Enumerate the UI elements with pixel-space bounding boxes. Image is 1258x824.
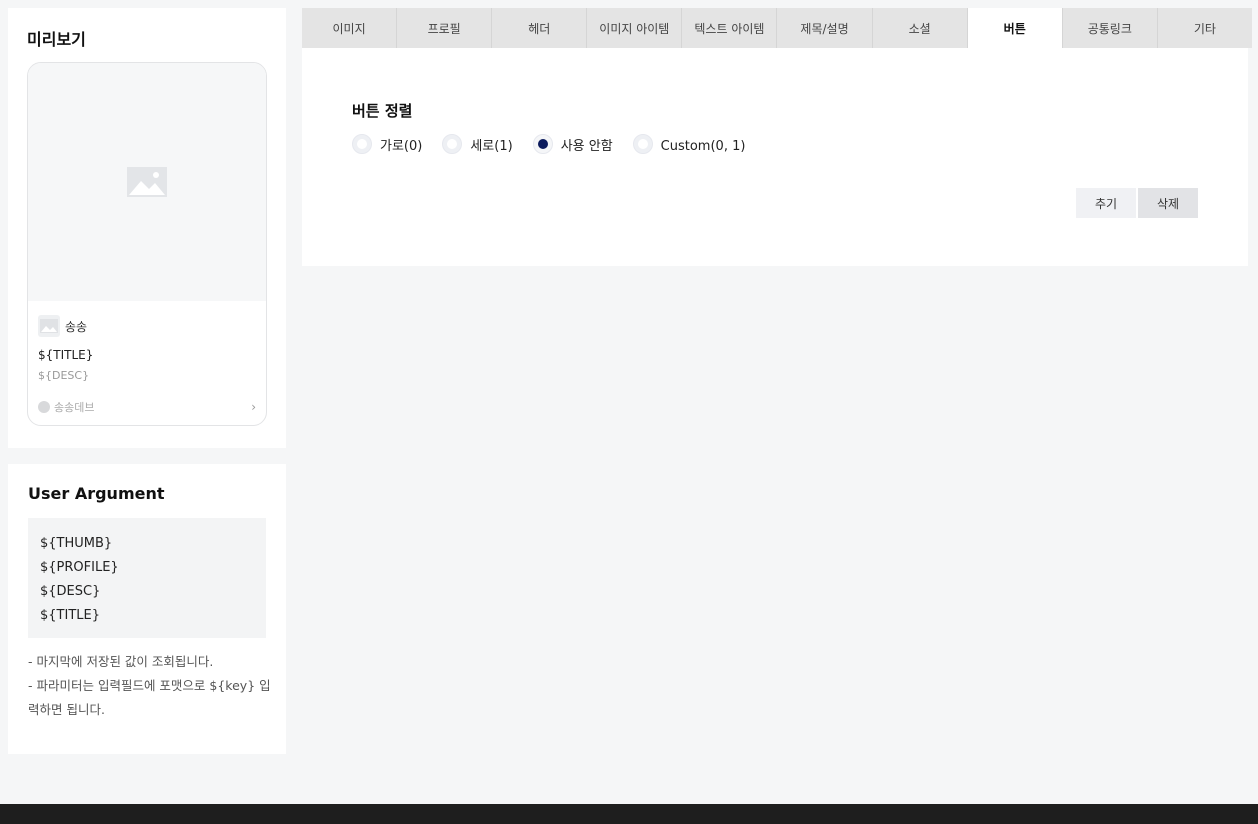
radio-label: Custom(0, 1)	[660, 138, 746, 154]
button-align-radio-group: 가로(0) 세로(1) 사용 안함 Custom(0, 1)	[352, 134, 765, 154]
card-thumbnail	[28, 63, 266, 301]
tab-title-desc[interactable]: 제목/설명	[777, 8, 873, 48]
chevron-right-icon: ›	[251, 400, 256, 414]
delete-button[interactable]: 삭제	[1138, 188, 1198, 218]
radio-vertical[interactable]: 세로(1)	[442, 134, 513, 154]
argument-item: ${DESC}	[40, 584, 101, 599]
tab-etc[interactable]: 기타	[1157, 8, 1252, 48]
radio-label: 사용 안함	[560, 138, 613, 154]
image-placeholder-icon	[127, 167, 167, 197]
radio-circle[interactable]	[442, 134, 463, 154]
radio-circle[interactable]	[632, 134, 653, 154]
tab-text-item[interactable]: 텍스트 아이템	[682, 8, 778, 48]
page-footer	[0, 804, 1258, 824]
argument-item: ${TITLE}	[40, 608, 100, 623]
tab-social[interactable]: 소셜	[872, 8, 968, 48]
radio-circle[interactable]	[532, 134, 553, 154]
radio-label: 세로(1)	[470, 138, 513, 154]
button-settings-panel: 버튼 정렬 가로(0) 세로(1) 사용 안함 Custom(0, 1) 추기 …	[302, 48, 1248, 266]
card-profile: 송송	[38, 315, 87, 337]
tab-button[interactable]: 버튼	[967, 8, 1063, 48]
tab-common-link[interactable]: 공통링크	[1062, 8, 1158, 48]
argument-notes: - 마지막에 저장된 값이 조회됩니다. - 파라미터는 입력필드에 포맷으로 …	[28, 650, 278, 722]
preview-title: 미리보기	[27, 30, 86, 49]
argument-item: ${PROFILE}	[40, 560, 119, 575]
card-title: ${TITLE}	[38, 348, 94, 362]
radio-custom[interactable]: Custom(0, 1)	[632, 134, 746, 154]
tab-image[interactable]: 이미지	[302, 8, 398, 48]
radio-none[interactable]: 사용 안함	[532, 134, 613, 154]
tab-profile[interactable]: 프로필	[397, 8, 493, 48]
user-argument-panel: User Argument ${THUMB} ${PROFILE} ${DESC…	[8, 464, 286, 754]
card-desc: ${DESC}	[38, 369, 90, 382]
tab-image-item[interactable]: 이미지 아이템	[587, 8, 683, 48]
profile-name: 송송	[65, 319, 88, 334]
user-argument-title: User Argument	[28, 484, 165, 503]
footer-name: 송송데브	[54, 401, 95, 414]
preview-panel: 미리보기 송송 ${TITLE} ${DESC} 송송데브 ›	[8, 8, 286, 448]
footer-logo-icon	[38, 401, 50, 413]
note-line: - 파라미터는 입력필드에 포맷으로 ${key} 입력하면 됩니다.	[28, 678, 271, 717]
tab-header[interactable]: 헤더	[492, 8, 588, 48]
argument-item: ${THUMB}	[40, 536, 113, 551]
argument-list: ${THUMB} ${PROFILE} ${DESC} ${TITLE}	[28, 518, 266, 638]
note-line: - 마지막에 저장된 값이 조회됩니다.	[28, 654, 214, 669]
card-footer[interactable]: 송송데브 ›	[38, 399, 256, 415]
radio-label: 가로(0)	[380, 138, 423, 154]
preview-card: 송송 ${TITLE} ${DESC} 송송데브 ›	[27, 62, 267, 426]
button-align-title: 버튼 정렬	[352, 102, 413, 120]
radio-circle[interactable]	[352, 134, 372, 154]
add-button[interactable]: 추기	[1076, 188, 1136, 218]
tab-bar: 이미지 프로필 헤더 이미지 아이템 텍스트 아이템 제목/설명 소셜 버튼 공…	[302, 8, 1252, 48]
radio-horizontal[interactable]: 가로(0)	[352, 134, 422, 154]
profile-image-icon	[38, 315, 60, 337]
